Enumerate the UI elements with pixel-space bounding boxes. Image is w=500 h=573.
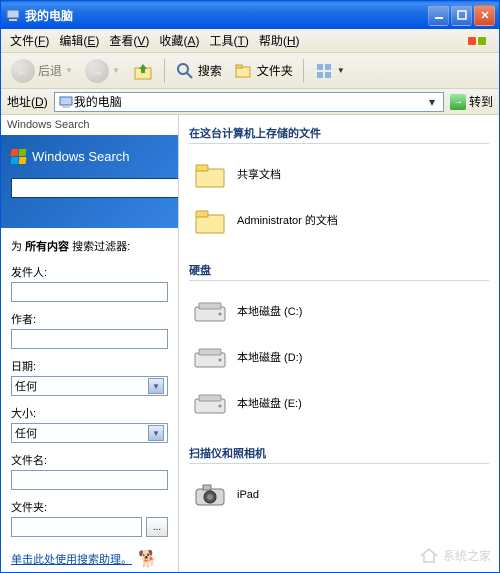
folder-label: 文件夹:: [11, 499, 168, 515]
address-input-wrapper[interactable]: ▾: [54, 92, 444, 112]
drive-item[interactable]: 本地磁盘 (D:): [189, 335, 489, 381]
item-label: Administrator 的文档: [237, 214, 338, 228]
menubar: 文件(F) 编辑(E) 查看(V) 收藏(A) 工具(T) 帮助(H): [1, 29, 499, 53]
drive-item[interactable]: 本地磁盘 (E:): [189, 381, 489, 427]
main-pane: 在这台计算机上存储的文件共享文档 Administrator 的文档硬盘本地磁盘 …: [179, 115, 499, 572]
maximize-button[interactable]: [451, 5, 472, 26]
titlebar: 我的电脑: [1, 1, 499, 29]
menu-edit[interactable]: 编辑(E): [54, 30, 104, 51]
drive-item[interactable]: 本地磁盘 (C:): [189, 289, 489, 335]
chevron-down-icon: ▼: [148, 378, 164, 394]
address-label: 地址(D): [7, 93, 48, 110]
windows-flag-icon: [11, 149, 26, 164]
sender-label: 发件人:: [11, 264, 168, 280]
filename-label: 文件名:: [11, 452, 168, 468]
camera-icon: [193, 478, 227, 512]
forward-button[interactable]: → ▼: [81, 57, 124, 85]
windows-search-brand: Windows Search: [11, 149, 168, 164]
folder-input[interactable]: [11, 517, 142, 537]
item-label: 本地磁盘 (E:): [237, 397, 302, 411]
folders-button[interactable]: 文件夹: [230, 59, 297, 83]
sidebar-title: Windows Search: [1, 115, 178, 135]
my-computer-icon: [5, 7, 21, 23]
item-label: 本地磁盘 (C:): [237, 305, 302, 319]
go-button[interactable]: → 转到: [450, 93, 493, 110]
toolbar: ← 后退 ▼ → ▼ 搜索 文件夹 ▼: [1, 53, 499, 89]
folder-item[interactable]: 共享文档: [189, 152, 489, 198]
folders-label: 文件夹: [257, 62, 293, 79]
filters-header: 为 所有内容 搜索过滤器:: [11, 238, 168, 254]
folder-icon: [193, 204, 227, 238]
windows-logo-icon: [459, 31, 495, 51]
separator: [303, 59, 304, 83]
folder-up-icon: [132, 60, 154, 82]
address-input[interactable]: [74, 95, 424, 109]
search-button[interactable]: 搜索: [171, 59, 226, 83]
back-label: 后退: [38, 62, 62, 79]
filename-input[interactable]: [11, 470, 168, 490]
search-banner: Windows Search 桌面 ▼: [1, 135, 178, 228]
minimize-button[interactable]: [428, 5, 449, 26]
views-icon: [314, 61, 334, 81]
back-icon: ←: [11, 59, 35, 83]
date-label: 日期:: [11, 358, 168, 374]
search-helper-link[interactable]: 单击此处使用搜索助理。 🐕: [11, 549, 168, 569]
item-label: 共享文档: [237, 168, 281, 182]
browse-button[interactable]: ...: [146, 517, 168, 537]
chevron-down-icon: ▼: [337, 66, 345, 75]
go-label: 转到: [469, 93, 493, 110]
chevron-down-icon: ▼: [65, 66, 73, 75]
search-label: 搜索: [198, 62, 222, 79]
author-input[interactable]: [11, 329, 168, 349]
menu-help[interactable]: 帮助(H): [254, 30, 305, 51]
group-header: 扫描仪和照相机: [189, 441, 489, 464]
dog-icon: 🐕: [138, 549, 158, 569]
forward-icon: →: [85, 59, 109, 83]
folder-item[interactable]: Administrator 的文档: [189, 198, 489, 244]
up-button[interactable]: [128, 58, 158, 84]
window-title: 我的电脑: [25, 7, 428, 24]
drive-icon: [193, 341, 227, 375]
drive-icon: [193, 295, 227, 329]
filter-panel: 为 所有内容 搜索过滤器: 发件人: 作者: 日期: 任何▼: [1, 228, 178, 572]
go-icon: →: [450, 94, 466, 110]
camera-item[interactable]: iPad: [189, 472, 489, 518]
back-button[interactable]: ← 后退 ▼: [7, 57, 77, 85]
size-combobox[interactable]: 任何▼: [11, 423, 168, 443]
chevron-down-icon: ▼: [112, 66, 120, 75]
separator: [164, 59, 165, 83]
folder-icon: [193, 158, 227, 192]
menu-file[interactable]: 文件(F): [5, 30, 54, 51]
address-bar: 地址(D) ▾ → 转到: [1, 89, 499, 115]
views-button[interactable]: ▼: [310, 59, 349, 83]
menu-tools[interactable]: 工具(T): [204, 30, 253, 51]
item-label: iPad: [237, 488, 259, 502]
menu-favorites[interactable]: 收藏(A): [154, 30, 204, 51]
chevron-down-icon: ▼: [148, 425, 164, 441]
address-dropdown-icon[interactable]: ▾: [424, 95, 440, 109]
folders-icon: [234, 61, 254, 81]
search-icon: [175, 61, 195, 81]
size-label: 大小:: [11, 405, 168, 421]
item-label: 本地磁盘 (D:): [237, 351, 302, 365]
author-label: 作者:: [11, 311, 168, 327]
group-header: 在这台计算机上存储的文件: [189, 121, 489, 144]
drive-icon: [193, 387, 227, 421]
group-header: 硬盘: [189, 258, 489, 281]
date-combobox[interactable]: 任何▼: [11, 376, 168, 396]
menu-view[interactable]: 查看(V): [104, 30, 154, 51]
search-input[interactable]: [11, 178, 179, 198]
close-button[interactable]: [474, 5, 495, 26]
my-computer-icon: [58, 94, 74, 110]
sender-input[interactable]: [11, 282, 168, 302]
sidebar: Windows Search Windows Search 桌面 ▼: [1, 115, 179, 572]
